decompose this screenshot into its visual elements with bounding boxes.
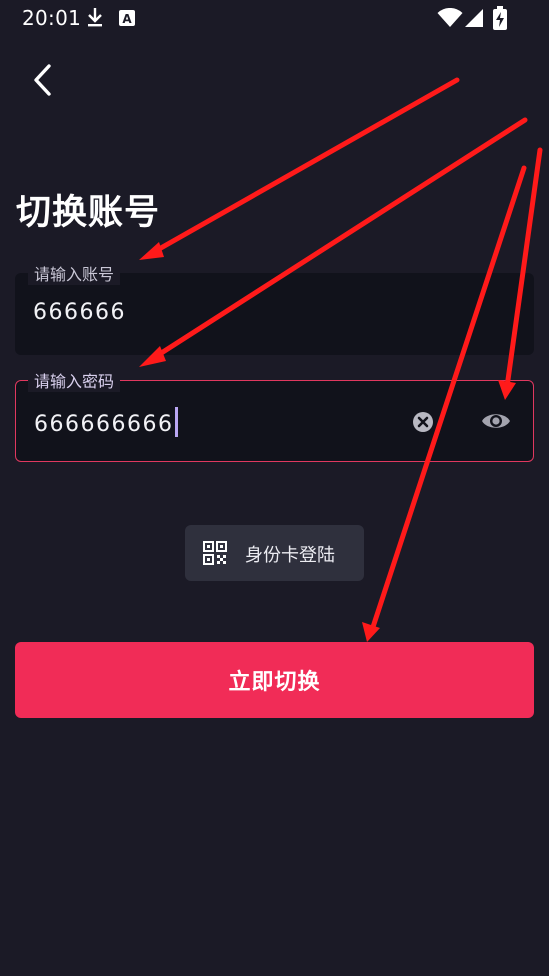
svg-text:A: A (122, 12, 132, 26)
eye-icon (482, 414, 510, 428)
back-button[interactable] (26, 58, 66, 102)
chevron-left-icon (34, 64, 51, 96)
annotation-arrowhead (139, 242, 164, 260)
password-field[interactable]: 666666666 (15, 380, 534, 462)
toggle-password-visibility-button[interactable] (480, 407, 512, 435)
qr-code-icon (203, 541, 227, 565)
status-time: 20:01 (22, 6, 82, 30)
annotation-arrow (149, 77, 460, 256)
download-icon (88, 8, 102, 27)
account-field[interactable]: 666666 (15, 273, 534, 355)
idcard-login-button[interactable]: 身份卡登陆 (185, 525, 364, 581)
idcard-login-label: 身份卡登陆 (245, 545, 335, 566)
annotation-arrows-overlay (139, 77, 543, 642)
password-field-label: 请输入密码 (28, 372, 121, 392)
clear-circle-icon (413, 412, 433, 432)
status-bar: 20:01 A (0, 0, 549, 36)
switch-account-label: 立即切换 (228, 670, 321, 695)
a-icon: A (119, 10, 135, 26)
battery-charging-icon (493, 6, 507, 30)
signal-icon (465, 9, 483, 27)
clear-password-button[interactable] (412, 411, 434, 433)
page-title: 切换账号 (16, 193, 161, 233)
annotation-arrowhead (362, 622, 380, 642)
password-value-text: 666666666 (34, 412, 174, 437)
text-caret (175, 407, 179, 437)
account-input-value[interactable]: 666666 (33, 300, 126, 325)
password-input-value[interactable]: 666666666 (34, 407, 179, 437)
account-field-label: 请输入账号 (28, 265, 121, 285)
wifi-icon (437, 8, 463, 27)
switch-account-button[interactable]: 立即切换 (15, 642, 534, 718)
